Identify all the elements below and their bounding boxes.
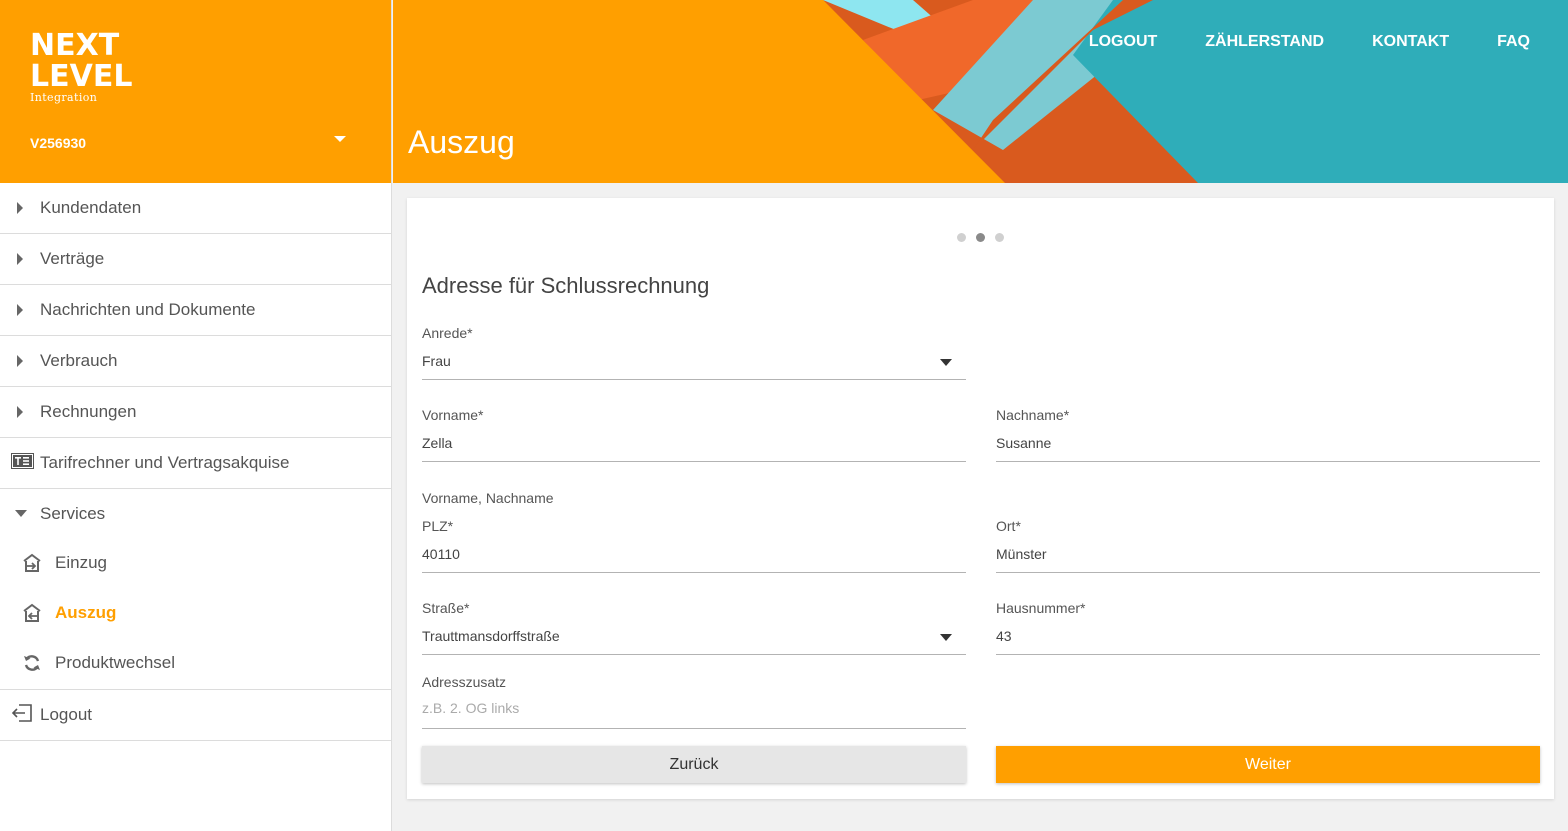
step-dot <box>995 233 1004 242</box>
calculator-icon <box>11 452 34 474</box>
name-hint: Vorname, Nachname <box>422 490 554 506</box>
field-label: PLZ* <box>422 518 454 534</box>
field-value: Trauttmansdorffstraße <box>422 628 560 644</box>
field-underline <box>422 461 966 462</box>
sidebar-item-label: Produktwechsel <box>55 653 176 672</box>
sidebar-item-label: Services <box>40 503 106 523</box>
form-card: Adresse für Schlussrechnung Anrede* Frau… <box>407 198 1554 799</box>
header-background-graphic <box>393 0 1568 183</box>
field-label: Adresszusatz <box>422 674 507 690</box>
top-navigation: LOGOUT ZÄHLERSTAND KONTAKT FAQ <box>1089 33 1530 51</box>
caret-right-icon <box>17 406 23 418</box>
logo-line-2: LEVEL <box>30 59 133 94</box>
refresh-icon <box>22 653 42 678</box>
sidebar-item-label: Verbrauch <box>40 351 118 370</box>
field-label: Ort* <box>996 518 1021 534</box>
field-value: Münster <box>996 546 1047 562</box>
field-underline <box>422 572 966 573</box>
page-title: Auszug <box>408 124 515 160</box>
field-value: Zella <box>422 435 453 451</box>
field-value: 43 <box>996 628 1012 644</box>
field-value: Frau <box>422 353 451 369</box>
caret-right-icon <box>17 355 23 367</box>
field-value: 40110 <box>422 546 460 562</box>
salutation-select[interactable]: Anrede* Frau <box>422 325 966 380</box>
sidebar-item-label: Tarifrechner und Vertragsakquise <box>40 453 290 472</box>
logout-icon <box>11 703 33 727</box>
city-field[interactable]: Ort* Münster <box>996 518 1540 573</box>
caret-down-icon <box>15 510 27 517</box>
top-nav-kontakt[interactable]: KONTAKT <box>1372 33 1449 51</box>
sidebar-item-vertraege[interactable]: Verträge <box>0 234 391 285</box>
sidebar-group-services: Services Einzug Auszug Produktwechsel <box>0 489 391 690</box>
sidebar-item-label: Verträge <box>40 249 105 268</box>
sidebar-subitem-einzug[interactable]: Einzug <box>0 538 391 588</box>
step-dot <box>957 233 966 242</box>
step-dot-active <box>976 233 985 242</box>
top-nav-zaehlerstand[interactable]: ZÄHLERSTAND <box>1205 33 1324 51</box>
address-addition-input[interactable] <box>422 700 966 716</box>
sidebar-item-logout[interactable]: Logout <box>0 690 391 741</box>
field-label: Vorname* <box>422 407 484 423</box>
caret-right-icon <box>17 304 23 316</box>
sidebar-item-label: Logout <box>40 705 92 724</box>
account-dropdown-caret-icon[interactable] <box>334 136 346 142</box>
caret-right-icon <box>17 253 23 265</box>
field-label: Anrede* <box>422 325 473 341</box>
back-button[interactable]: Zurück <box>422 746 966 783</box>
field-underline <box>422 654 966 655</box>
sidebar-item-label: Einzug <box>55 553 107 572</box>
sidebar-item-rechnungen[interactable]: Rechnungen <box>0 387 391 438</box>
field-underline <box>996 461 1540 462</box>
field-label: Straße* <box>422 600 470 616</box>
sidebar-item-label: Rechnungen <box>40 402 137 421</box>
field-underline <box>996 654 1540 655</box>
step-indicator <box>957 233 1004 242</box>
form-title: Adresse für Schlussrechnung <box>422 273 710 298</box>
account-number[interactable]: V256930 <box>30 135 86 151</box>
field-underline <box>996 572 1540 573</box>
sidebar-item-services[interactable]: Services <box>0 489 391 538</box>
top-nav-faq[interactable]: FAQ <box>1497 33 1530 51</box>
sidebar-item-verbrauch[interactable]: Verbrauch <box>0 336 391 387</box>
move-in-icon <box>22 553 42 578</box>
sidebar-subitem-auszug[interactable]: Auszug <box>0 588 391 638</box>
page-header: Auszug LOGOUT ZÄHLERSTAND KONTAKT FAQ <box>393 0 1568 183</box>
street-select[interactable]: Straße* Trauttmansdorffstraße <box>422 600 966 655</box>
move-out-icon <box>22 603 42 628</box>
address-addition-field: Adresszusatz <box>422 674 966 729</box>
sidebar: NEXT LEVEL Integration V256930 Kundendat… <box>0 0 392 831</box>
sidebar-item-nachrichten[interactable]: Nachrichten und Dokumente <box>0 285 391 336</box>
logo-line-1: NEXT <box>30 28 120 63</box>
sidebar-item-kundendaten[interactable]: Kundendaten <box>0 183 391 234</box>
sidebar-header: NEXT LEVEL Integration V256930 <box>0 0 391 183</box>
top-nav-logout[interactable]: LOGOUT <box>1089 33 1157 51</box>
brand-logo[interactable]: NEXT LEVEL Integration <box>30 30 132 104</box>
field-label: Nachname* <box>996 407 1070 423</box>
dropdown-caret-icon[interactable] <box>940 634 952 641</box>
sidebar-item-tarifrechner[interactable]: Tarifrechner und Vertragsakquise <box>0 438 391 489</box>
sidebar-subitem-produktwechsel[interactable]: Produktwechsel <box>0 638 391 688</box>
field-value: Susanne <box>996 435 1052 451</box>
sidebar-item-label: Nachrichten und Dokumente <box>40 300 256 319</box>
sidebar-item-label: Auszug <box>55 603 117 622</box>
field-label: Hausnummer* <box>996 600 1086 616</box>
zip-field[interactable]: PLZ* 40110 <box>422 518 966 573</box>
field-underline <box>422 379 966 380</box>
sidebar-item-label: Kundendaten <box>40 198 142 217</box>
lastname-field[interactable]: Nachname* Susanne <box>996 407 1540 462</box>
dropdown-caret-icon[interactable] <box>940 359 952 366</box>
field-underline <box>422 728 966 729</box>
caret-right-icon <box>17 202 23 214</box>
firstname-field[interactable]: Vorname* Zella <box>422 407 966 462</box>
next-button[interactable]: Weiter <box>996 746 1540 783</box>
housenumber-field[interactable]: Hausnummer* 43 <box>996 600 1540 655</box>
